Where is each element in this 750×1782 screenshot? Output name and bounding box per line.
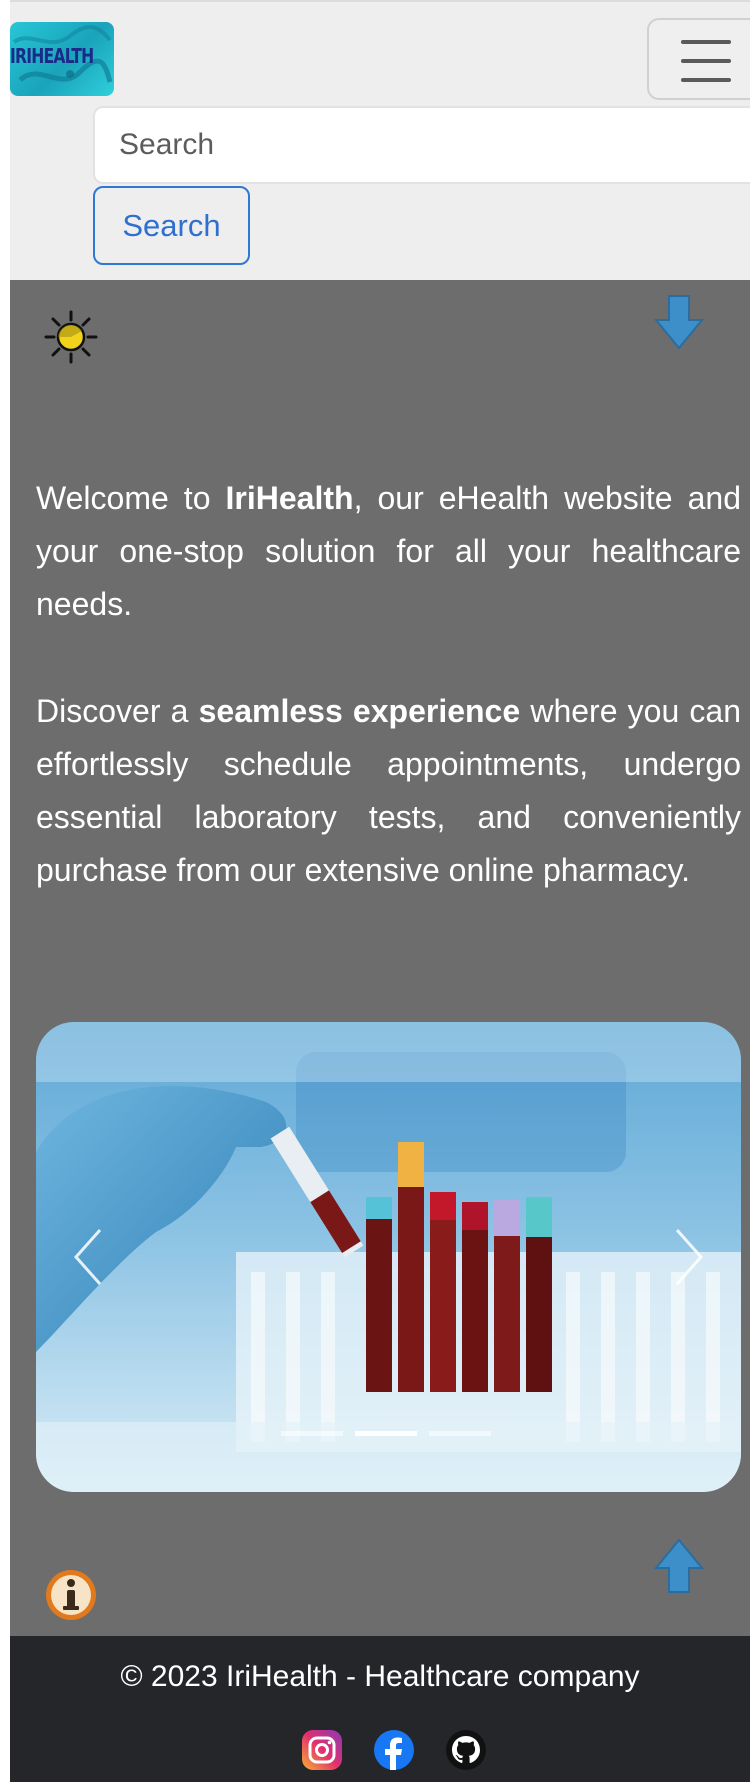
brand-logo[interactable]: IRIHEALTH [10,22,114,96]
main-content: Welcome to IriHealth, our eHealth websit… [10,280,750,1636]
carousel-prev-icon[interactable] [66,1222,116,1292]
instagram-icon[interactable] [300,1728,344,1772]
menu-toggle-button[interactable] [647,18,750,100]
page: IRIHEALTH Search Welcome to IriHealth, o… [10,0,750,1782]
hamburger-icon-bar [681,78,731,82]
carousel-indicator-active[interactable] [355,1431,417,1436]
sun-icon[interactable] [44,310,98,364]
carousel-next-icon[interactable] [661,1222,711,1292]
logo-text: IRIHEALTH [10,44,94,68]
info-icon[interactable] [44,1568,98,1622]
carousel-indicators [281,1431,491,1437]
image-carousel[interactable] [36,1022,741,1492]
welcome-text: Welcome to IriHealth, our eHealth websit… [36,480,742,622]
highlight-text: seamless experience [198,693,521,729]
arrow-up-icon[interactable] [654,1538,704,1594]
copyright-text: © 2023 IriHealth - Healthcare company [120,1660,640,1693]
carousel-indicator[interactable] [281,1431,343,1436]
github-icon[interactable] [444,1728,488,1772]
navbar: IRIHEALTH Search [10,0,750,280]
brand-name: IriHealth [225,480,354,516]
search-input[interactable] [93,106,750,184]
hamburger-icon-bar [681,59,731,63]
description-text: Discover a seamless experience where you… [36,693,742,888]
hamburger-icon [681,40,731,44]
lab-test-image [36,1022,741,1492]
footer: © 2023 IriHealth - Healthcare company [10,1636,750,1782]
facebook-icon[interactable] [372,1728,416,1772]
arrow-down-icon[interactable] [654,294,704,350]
search-button[interactable]: Search [93,186,250,265]
carousel-indicator[interactable] [429,1431,491,1436]
